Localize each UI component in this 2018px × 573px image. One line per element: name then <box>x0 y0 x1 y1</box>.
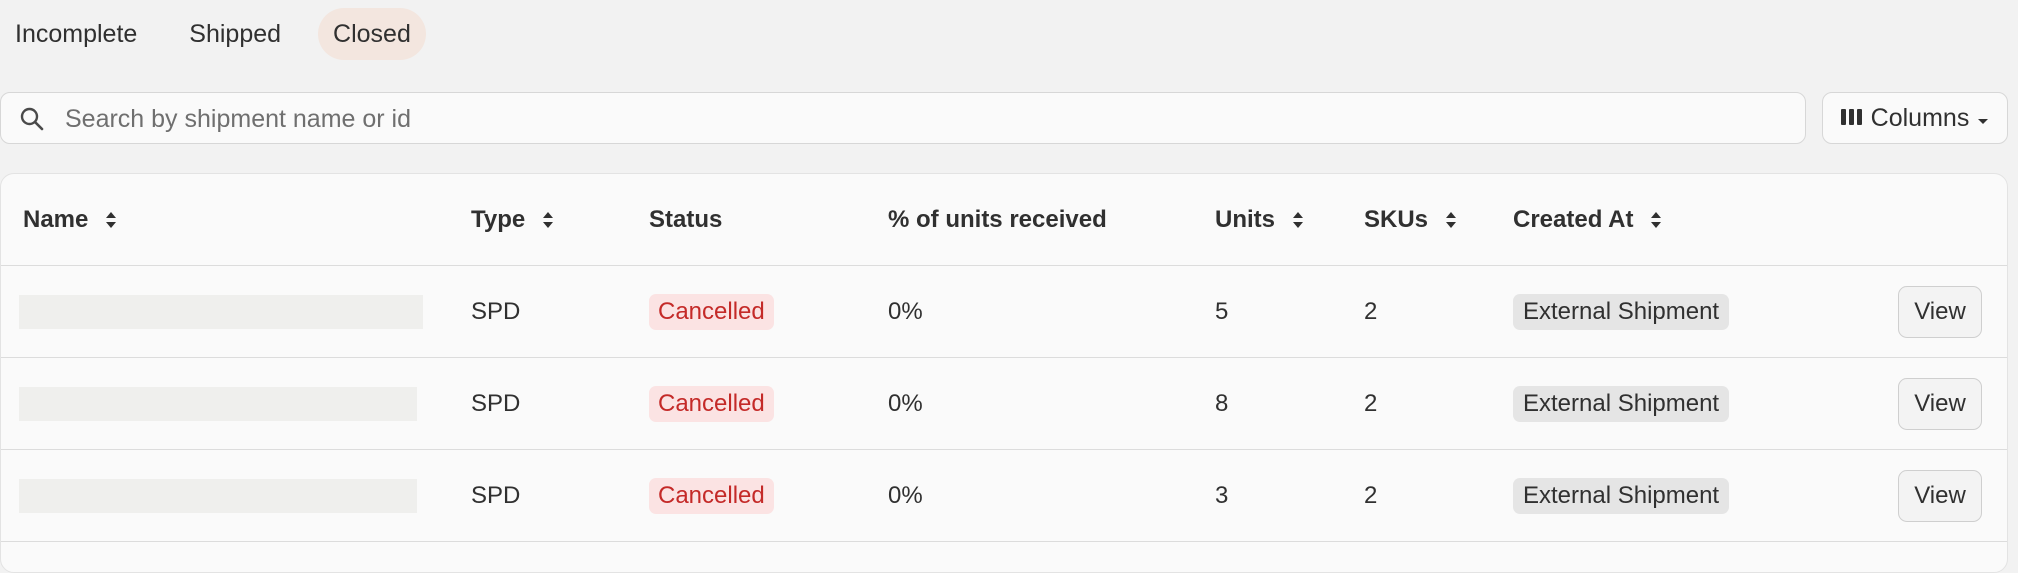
shipment-name-redacted <box>19 450 417 541</box>
skus-cell: 2 <box>1364 481 1378 509</box>
type-cell: SPD <box>471 389 521 417</box>
view-button[interactable]: View <box>1898 378 1982 430</box>
tab-incomplete[interactable]: Incomplete <box>0 8 152 60</box>
shipment-name-redacted <box>19 358 417 449</box>
shipment-name-redacted <box>19 266 423 357</box>
column-header-percent-received: % of units received <box>888 205 1107 233</box>
sort-icon[interactable] <box>1444 209 1458 231</box>
created-at-badge: External Shipment <box>1513 477 1730 514</box>
column-header-status: Status <box>649 205 723 233</box>
table-header-row: Name Type Status % of units received Uni… <box>1 174 2007 266</box>
columns-icon <box>1840 104 1863 133</box>
units-cell: 8 <box>1215 389 1229 417</box>
columns-label: Columns <box>1870 103 1970 132</box>
column-header-units[interactable]: Units <box>1215 174 1305 265</box>
status-cell: Cancelled <box>649 358 774 449</box>
type-cell: SPD <box>471 481 521 509</box>
table-row[interactable]: SPD Cancelled 0% 5 2 External Shipment V… <box>1 266 2007 358</box>
column-header-name[interactable]: Name <box>23 174 118 265</box>
percent-received-cell: 0% <box>888 297 923 325</box>
created-at-badge: External Shipment <box>1513 385 1730 422</box>
sort-icon[interactable] <box>1649 209 1663 231</box>
units-cell: 5 <box>1215 297 1229 325</box>
shipments-table: Name Type Status % of units received Uni… <box>0 173 2008 573</box>
column-header-created-at[interactable]: Created At <box>1513 174 1663 265</box>
search-bar <box>0 92 1806 145</box>
units-cell: 3 <box>1215 481 1229 509</box>
created-at-badge: External Shipment <box>1513 293 1730 330</box>
created-at-cell: External Shipment <box>1513 266 1730 357</box>
view-button[interactable]: View <box>1898 470 1982 522</box>
view-button[interactable]: View <box>1898 286 1982 338</box>
percent-received-cell: 0% <box>888 481 923 509</box>
columns-button[interactable]: Columns <box>1822 92 2008 144</box>
table-row[interactable]: SPD Cancelled 0% 3 2 External Shipment V… <box>1 450 2007 542</box>
status-cell: Cancelled <box>649 266 774 357</box>
sort-icon[interactable] <box>1291 209 1305 231</box>
table-row[interactable]: SPD Cancelled 0% 8 2 External Shipment V… <box>1 358 2007 450</box>
search-input[interactable] <box>63 93 1767 145</box>
status-badge: Cancelled <box>649 477 774 514</box>
percent-received-cell: 0% <box>888 389 923 417</box>
created-at-cell: External Shipment <box>1513 358 1730 449</box>
tab-shipped[interactable]: Shipped <box>174 8 296 60</box>
search-icon <box>19 106 45 132</box>
column-header-type[interactable]: Type <box>471 174 555 265</box>
sort-icon[interactable] <box>541 209 555 231</box>
skus-cell: 2 <box>1364 389 1378 417</box>
sort-icon[interactable] <box>104 209 118 231</box>
chevron-down-icon <box>1977 104 1989 133</box>
column-header-skus[interactable]: SKUs <box>1364 174 1458 265</box>
created-at-cell: External Shipment <box>1513 450 1730 541</box>
status-badge: Cancelled <box>649 293 774 330</box>
status-cell: Cancelled <box>649 450 774 541</box>
status-badge: Cancelled <box>649 385 774 422</box>
status-tabs: Incomplete Shipped Closed <box>0 8 448 60</box>
tab-closed[interactable]: Closed <box>318 8 426 60</box>
type-cell: SPD <box>471 297 521 325</box>
skus-cell: 2 <box>1364 297 1378 325</box>
